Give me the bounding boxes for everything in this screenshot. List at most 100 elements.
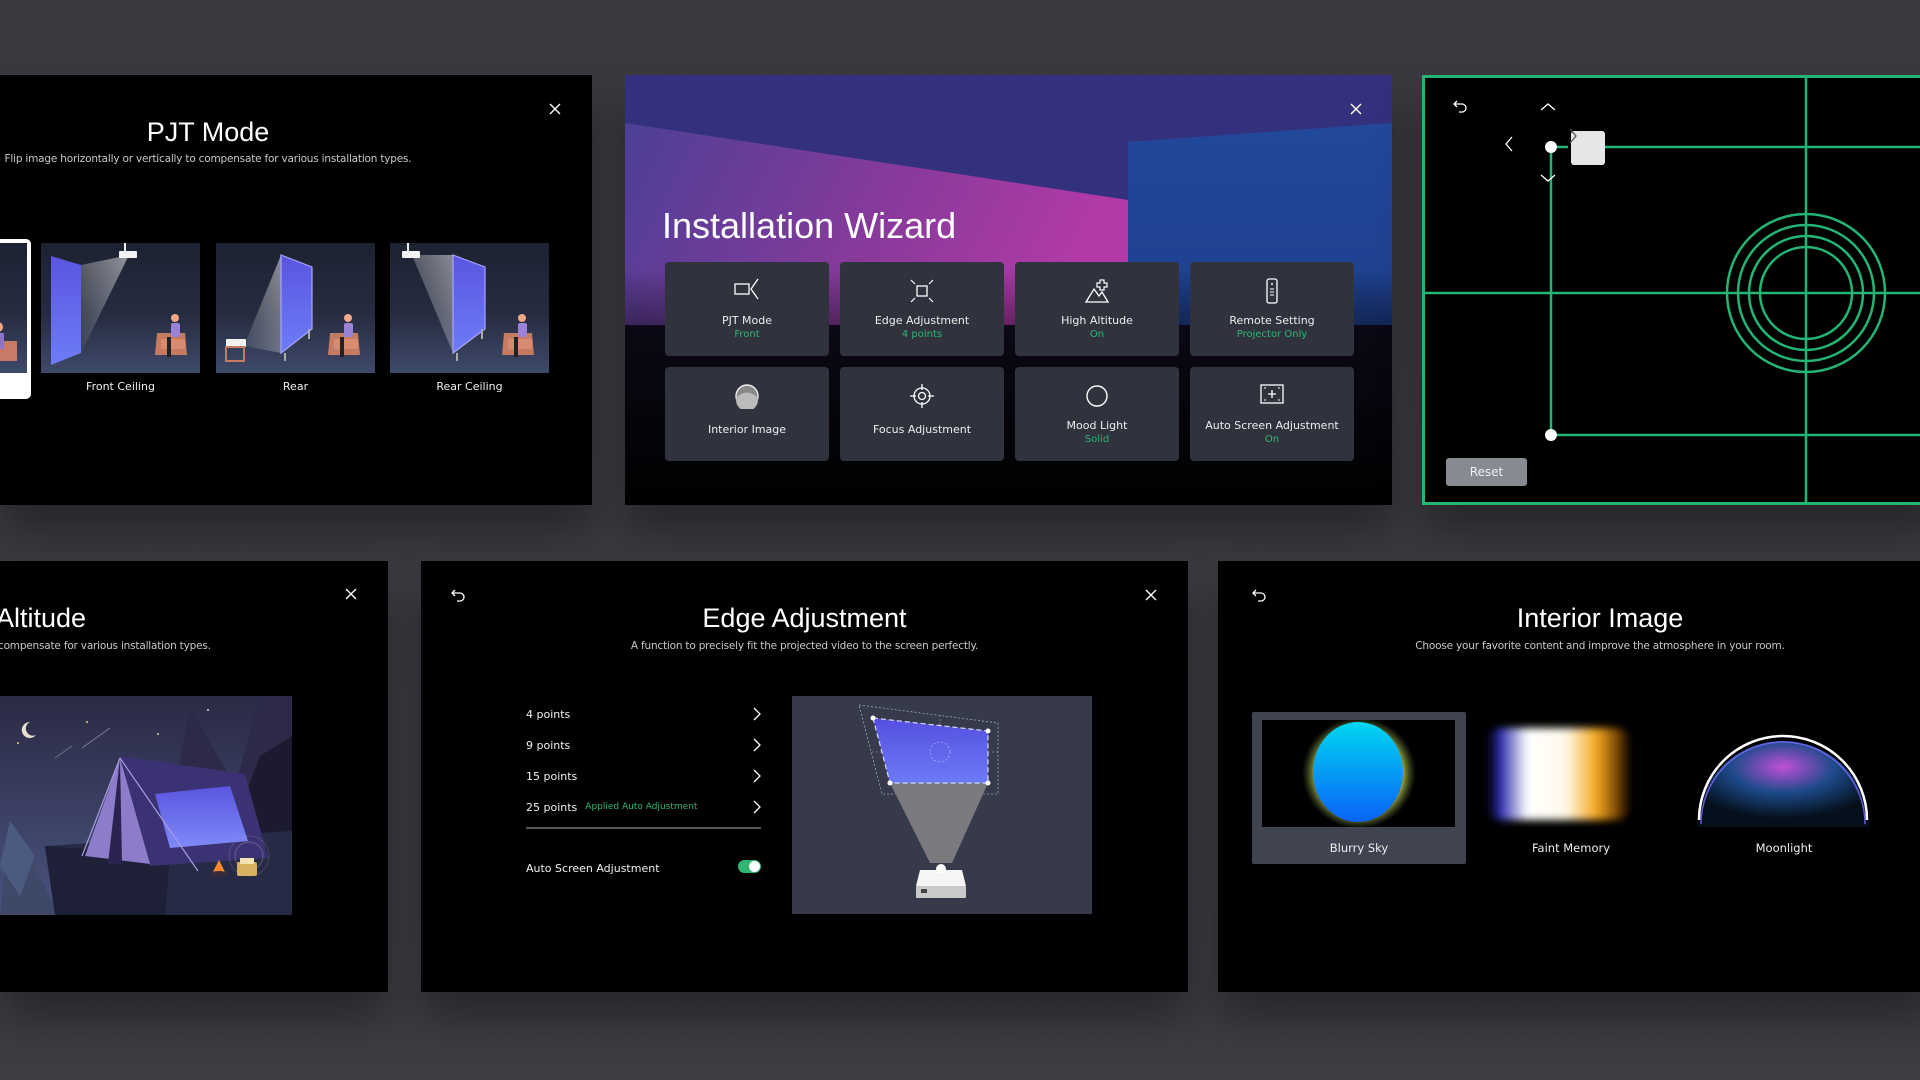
tile-value: Solid: [1084, 434, 1110, 445]
close-icon: [549, 103, 561, 115]
interior-option-moonlight[interactable]: Moonlight: [1677, 712, 1891, 864]
wizard-tile-auto-screen-adjustment[interactable]: Auto Screen Adjustment On: [1190, 367, 1354, 461]
tile-label: Interior Image: [707, 423, 787, 436]
back-icon: [1252, 589, 1266, 602]
close-button[interactable]: [340, 583, 362, 605]
edge-option-9-points[interactable]: 9 points: [526, 731, 761, 759]
tile-label: Focus Adjustment: [872, 423, 972, 436]
front-illustration: [0, 322, 17, 361]
close-button[interactable]: [1345, 98, 1367, 120]
chevron-right-icon: [753, 738, 761, 752]
back-icon: [451, 589, 465, 602]
pjt-option-front-ceiling[interactable]: [41, 243, 200, 373]
tile-value: Projector Only: [1236, 329, 1308, 340]
mood-light-icon: [1015, 383, 1179, 411]
camping-illustration: [0, 696, 292, 915]
divider: [526, 827, 761, 829]
chevron-down-icon: [1540, 174, 1556, 182]
interior-image-icon: [665, 383, 829, 411]
toggle-knob: [749, 861, 760, 872]
wizard-tile-focus-adjustment[interactable]: Focus Adjustment: [840, 367, 1004, 461]
tile-label: PJT Mode: [721, 314, 773, 327]
tile-value: 4 points: [901, 329, 943, 340]
installation-wizard-panel: Installation Wizard PJT Mode Front Edge Ad…: [625, 75, 1392, 505]
grid-adjust-panel: Reset: [1422, 75, 1920, 505]
reset-button[interactable]: Reset: [1446, 458, 1527, 486]
interior-subtitle: Choose your favorite content and improve…: [1415, 640, 1785, 652]
option-label: 15 points: [526, 769, 578, 783]
altitude-subtitle: compensate for various installation type…: [0, 640, 211, 652]
edge-option-4-points[interactable]: 4 points: [526, 700, 761, 728]
tile-value: Front: [734, 329, 760, 340]
move-down-button[interactable]: [1540, 174, 1565, 198]
interior-title: Interior Image: [1516, 603, 1684, 633]
move-left-button[interactable]: [1505, 136, 1529, 161]
pjt-mode-panel: PJT Mode Flip image horizontally or vert…: [0, 75, 592, 505]
edge-option-25-points[interactable]: 25 points Applied Auto Adjustment: [526, 793, 761, 821]
altitude-title: Altitude: [0, 603, 87, 633]
chevron-right-icon: [753, 800, 761, 814]
chevron-left-icon: [1505, 136, 1513, 152]
tile-label: Mood Light: [1066, 419, 1128, 432]
pjt-option-label: Rear: [282, 380, 309, 393]
interior-option-label: Moonlight: [1755, 841, 1813, 855]
faint-memory-thumbnail: [1474, 720, 1667, 827]
chevron-right-icon: [753, 769, 761, 783]
option-label: 9 points: [526, 738, 571, 752]
edge-adjustment-diagram: [792, 696, 1092, 914]
rear-ceiling-illustration: [402, 243, 534, 361]
pjt-option-label: Rear Ceiling: [436, 380, 503, 393]
front-ceiling-illustration: [51, 243, 187, 365]
back-button[interactable]: [1453, 100, 1477, 124]
chevron-up-icon: [1540, 103, 1556, 111]
pjt-option-rear[interactable]: [216, 243, 375, 373]
tile-value: On: [1089, 329, 1105, 340]
pjt-option-front[interactable]: [0, 239, 31, 399]
edge-adjust-icon: [840, 278, 1004, 306]
adjust-grid: [1425, 78, 1920, 502]
move-right-button[interactable]: [1569, 128, 1605, 165]
close-button[interactable]: [544, 98, 566, 120]
focus-target-icon: [840, 383, 1004, 411]
tile-label: Auto Screen Adjustment: [1205, 419, 1339, 432]
wizard-tile-high-altitude[interactable]: High Altitude On: [1015, 262, 1179, 356]
blurry-sky-thumbnail: [1262, 720, 1455, 827]
auto-screen-adjustment-row: Auto Screen Adjustment: [526, 857, 761, 879]
interior-option-blurry-sky[interactable]: Blurry Sky: [1252, 712, 1466, 864]
pjt-option-rear-ceiling[interactable]: [390, 243, 549, 373]
back-icon: [1453, 100, 1467, 113]
applied-auto-adjustment-note: Applied Auto Adjustment: [585, 802, 698, 812]
wizard-tile-pjt-mode[interactable]: PJT Mode Front: [665, 262, 829, 356]
edge-option-15-points[interactable]: 15 points: [526, 762, 761, 790]
wizard-tile-edge-adjustment[interactable]: Edge Adjustment 4 points: [840, 262, 1004, 356]
edge-title: Edge Adjustment: [702, 603, 907, 633]
moonlight-thumbnail: [1687, 720, 1880, 827]
mountain-icon: [1015, 278, 1179, 306]
toggle-label: Auto Screen Adjustment: [526, 861, 660, 875]
high-altitude-panel: Altitude compensate for various installa…: [0, 561, 388, 992]
move-up-button[interactable]: [1540, 103, 1565, 127]
option-label: 4 points: [526, 707, 571, 721]
wizard-tile-interior-image[interactable]: Interior Image: [665, 367, 829, 461]
interior-option-faint-memory[interactable]: Faint Memory: [1464, 712, 1678, 864]
remote-icon: [1190, 278, 1354, 306]
wizard-tile-mood-light[interactable]: Mood Light Solid: [1015, 367, 1179, 461]
interior-option-label: Faint Memory: [1531, 841, 1611, 855]
auto-screen-adjustment-toggle[interactable]: [738, 860, 761, 873]
interior-image-panel: Interior Image Choose your favorite cont…: [1218, 561, 1920, 992]
pjt-mode-subtitle: Flip image horizontally or vertically to…: [4, 153, 412, 165]
interior-option-label: Blurry Sky: [1329, 841, 1389, 855]
chevron-right-icon: [753, 707, 761, 721]
rear-illustration: [225, 254, 360, 362]
close-icon: [1350, 103, 1362, 115]
close-icon: [345, 588, 357, 600]
edge-subtitle: A function to precisely fit the projecte…: [630, 640, 979, 652]
close-icon: [1145, 589, 1157, 601]
edge-adjustment-panel: Edge Adjustment A function to precisely …: [421, 561, 1188, 992]
pjt-option-label: Front Ceiling: [86, 380, 155, 393]
wizard-tile-remote-setting[interactable]: Remote Setting Projector Only: [1190, 262, 1354, 356]
auto-screen-icon: [1190, 383, 1354, 411]
projector-mode-icon: [665, 278, 829, 306]
pjt-mode-title: PJT Mode: [146, 117, 270, 147]
tile-label: Remote Setting: [1229, 314, 1315, 327]
